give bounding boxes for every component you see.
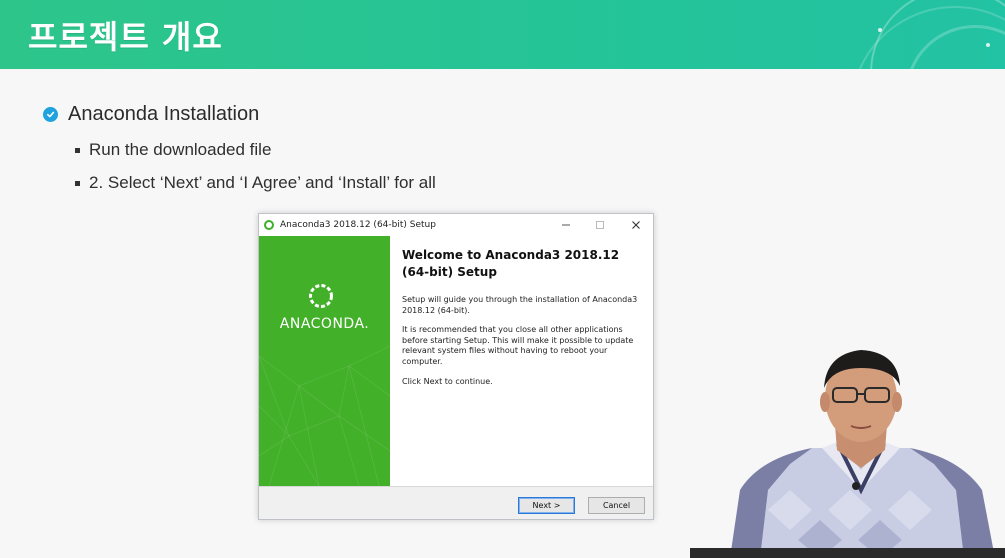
presenter-video [730,350,995,558]
welcome-paragraph: Setup will guide you through the install… [402,295,638,315]
welcome-content: Welcome to Anaconda3 2018.12 (64-bit) Se… [390,236,653,486]
decorative-dot [878,28,882,32]
bullet-item: Run the downloaded file [75,140,271,160]
section-heading: Anaconda Installation [43,103,259,126]
maximize-icon [596,221,604,229]
bullet-item: 2. Select ‘Next’ and ‘I Agree’ and ‘Inst… [75,173,436,193]
welcome-title: Welcome to Anaconda3 2018.12 (64-bit) Se… [402,248,620,279]
close-icon [632,221,640,229]
lecture-slide: 프로젝트 개요 Anaconda Installation Run the do… [0,0,1005,558]
next-button[interactable]: Next > [518,497,575,514]
section-heading-text: Anaconda Installation [68,103,260,125]
slide-title: 프로젝트 개요 [28,18,223,56]
minimize-icon [562,224,570,226]
minimize-button[interactable] [549,214,583,236]
bullet-marker-icon [75,180,80,186]
slide-header: 프로젝트 개요 [0,0,1005,69]
video-control-bar [690,548,1005,558]
close-button[interactable] [619,214,653,236]
dialog-titlebar[interactable]: Anaconda3 2018.12 (64-bit) Setup [259,214,653,236]
anaconda-app-icon [264,220,274,230]
welcome-paragraph: It is recommended that you close all oth… [402,325,634,366]
cancel-button[interactable]: Cancel [588,497,645,514]
check-circle-icon [43,107,58,122]
dialog-title: Anaconda3 2018.12 (64-bit) Setup [280,220,436,230]
anaconda-logo-text: ANACONDA. [279,316,370,332]
decorative-dot [986,43,990,47]
brand-side-panel: ANACONDA. [259,236,390,486]
setup-dialog: Anaconda3 2018.12 (64-bit) Setup ANACOND… [258,213,654,520]
welcome-paragraph: Click Next to continue. [402,377,493,386]
maximize-button[interactable] [583,214,617,236]
bullet-text: 2. Select ‘Next’ and ‘I Agree’ and ‘Inst… [89,173,436,192]
mesh-pattern-icon [259,345,390,486]
dialog-footer: Next > Cancel [259,486,653,519]
bullet-text: Run the downloaded file [89,140,272,159]
anaconda-logo-icon [309,284,333,308]
bullet-marker-icon [75,147,80,153]
